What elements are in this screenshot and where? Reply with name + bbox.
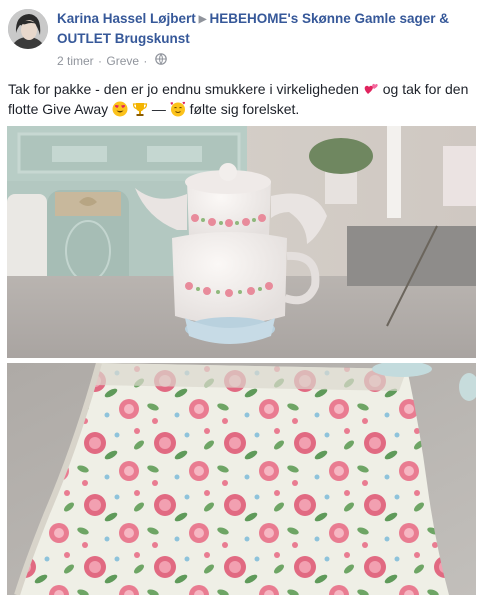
meta-separator: · bbox=[98, 54, 103, 68]
post-photo-teapot[interactable] bbox=[7, 126, 476, 358]
meta-separator: · bbox=[143, 54, 148, 68]
post-text-part4: følte sig forelsket. bbox=[189, 101, 300, 117]
post-meta: 2 timer · Greve · bbox=[57, 53, 167, 69]
author-name[interactable]: Karina Hassel Løjbert bbox=[57, 11, 196, 26]
post-text-part1: Tak for pakke - den er jo endnu smukkere… bbox=[8, 81, 359, 97]
post-location[interactable]: Greve bbox=[106, 54, 139, 68]
globe-icon[interactable] bbox=[154, 53, 167, 68]
avatar[interactable] bbox=[8, 9, 48, 49]
post-header: Karina Hassel Løjbert ▶ HEBEHOME's Skønne … bbox=[8, 8, 483, 68]
post-title: Karina Hassel Løjbert ▶ HEBEHOME's Skønne … bbox=[57, 10, 477, 48]
heart-eyes-emoji bbox=[112, 101, 128, 117]
post-text-part3: — bbox=[151, 101, 170, 117]
facebook-post: Karina Hassel Løjbert ▶ HEBEHOME's Skønne … bbox=[0, 0, 489, 597]
post-photo-floral-tray[interactable] bbox=[7, 363, 476, 595]
smiling-hearts-emoji bbox=[170, 101, 186, 117]
post-timestamp[interactable]: 2 timer bbox=[57, 54, 94, 68]
post-text: Tak for pakke - den er jo endnu smukkere… bbox=[8, 79, 478, 119]
trophy-emoji bbox=[132, 101, 148, 117]
two-hearts-emoji bbox=[363, 81, 379, 97]
arrow-right-icon: ▶ bbox=[198, 14, 207, 25]
